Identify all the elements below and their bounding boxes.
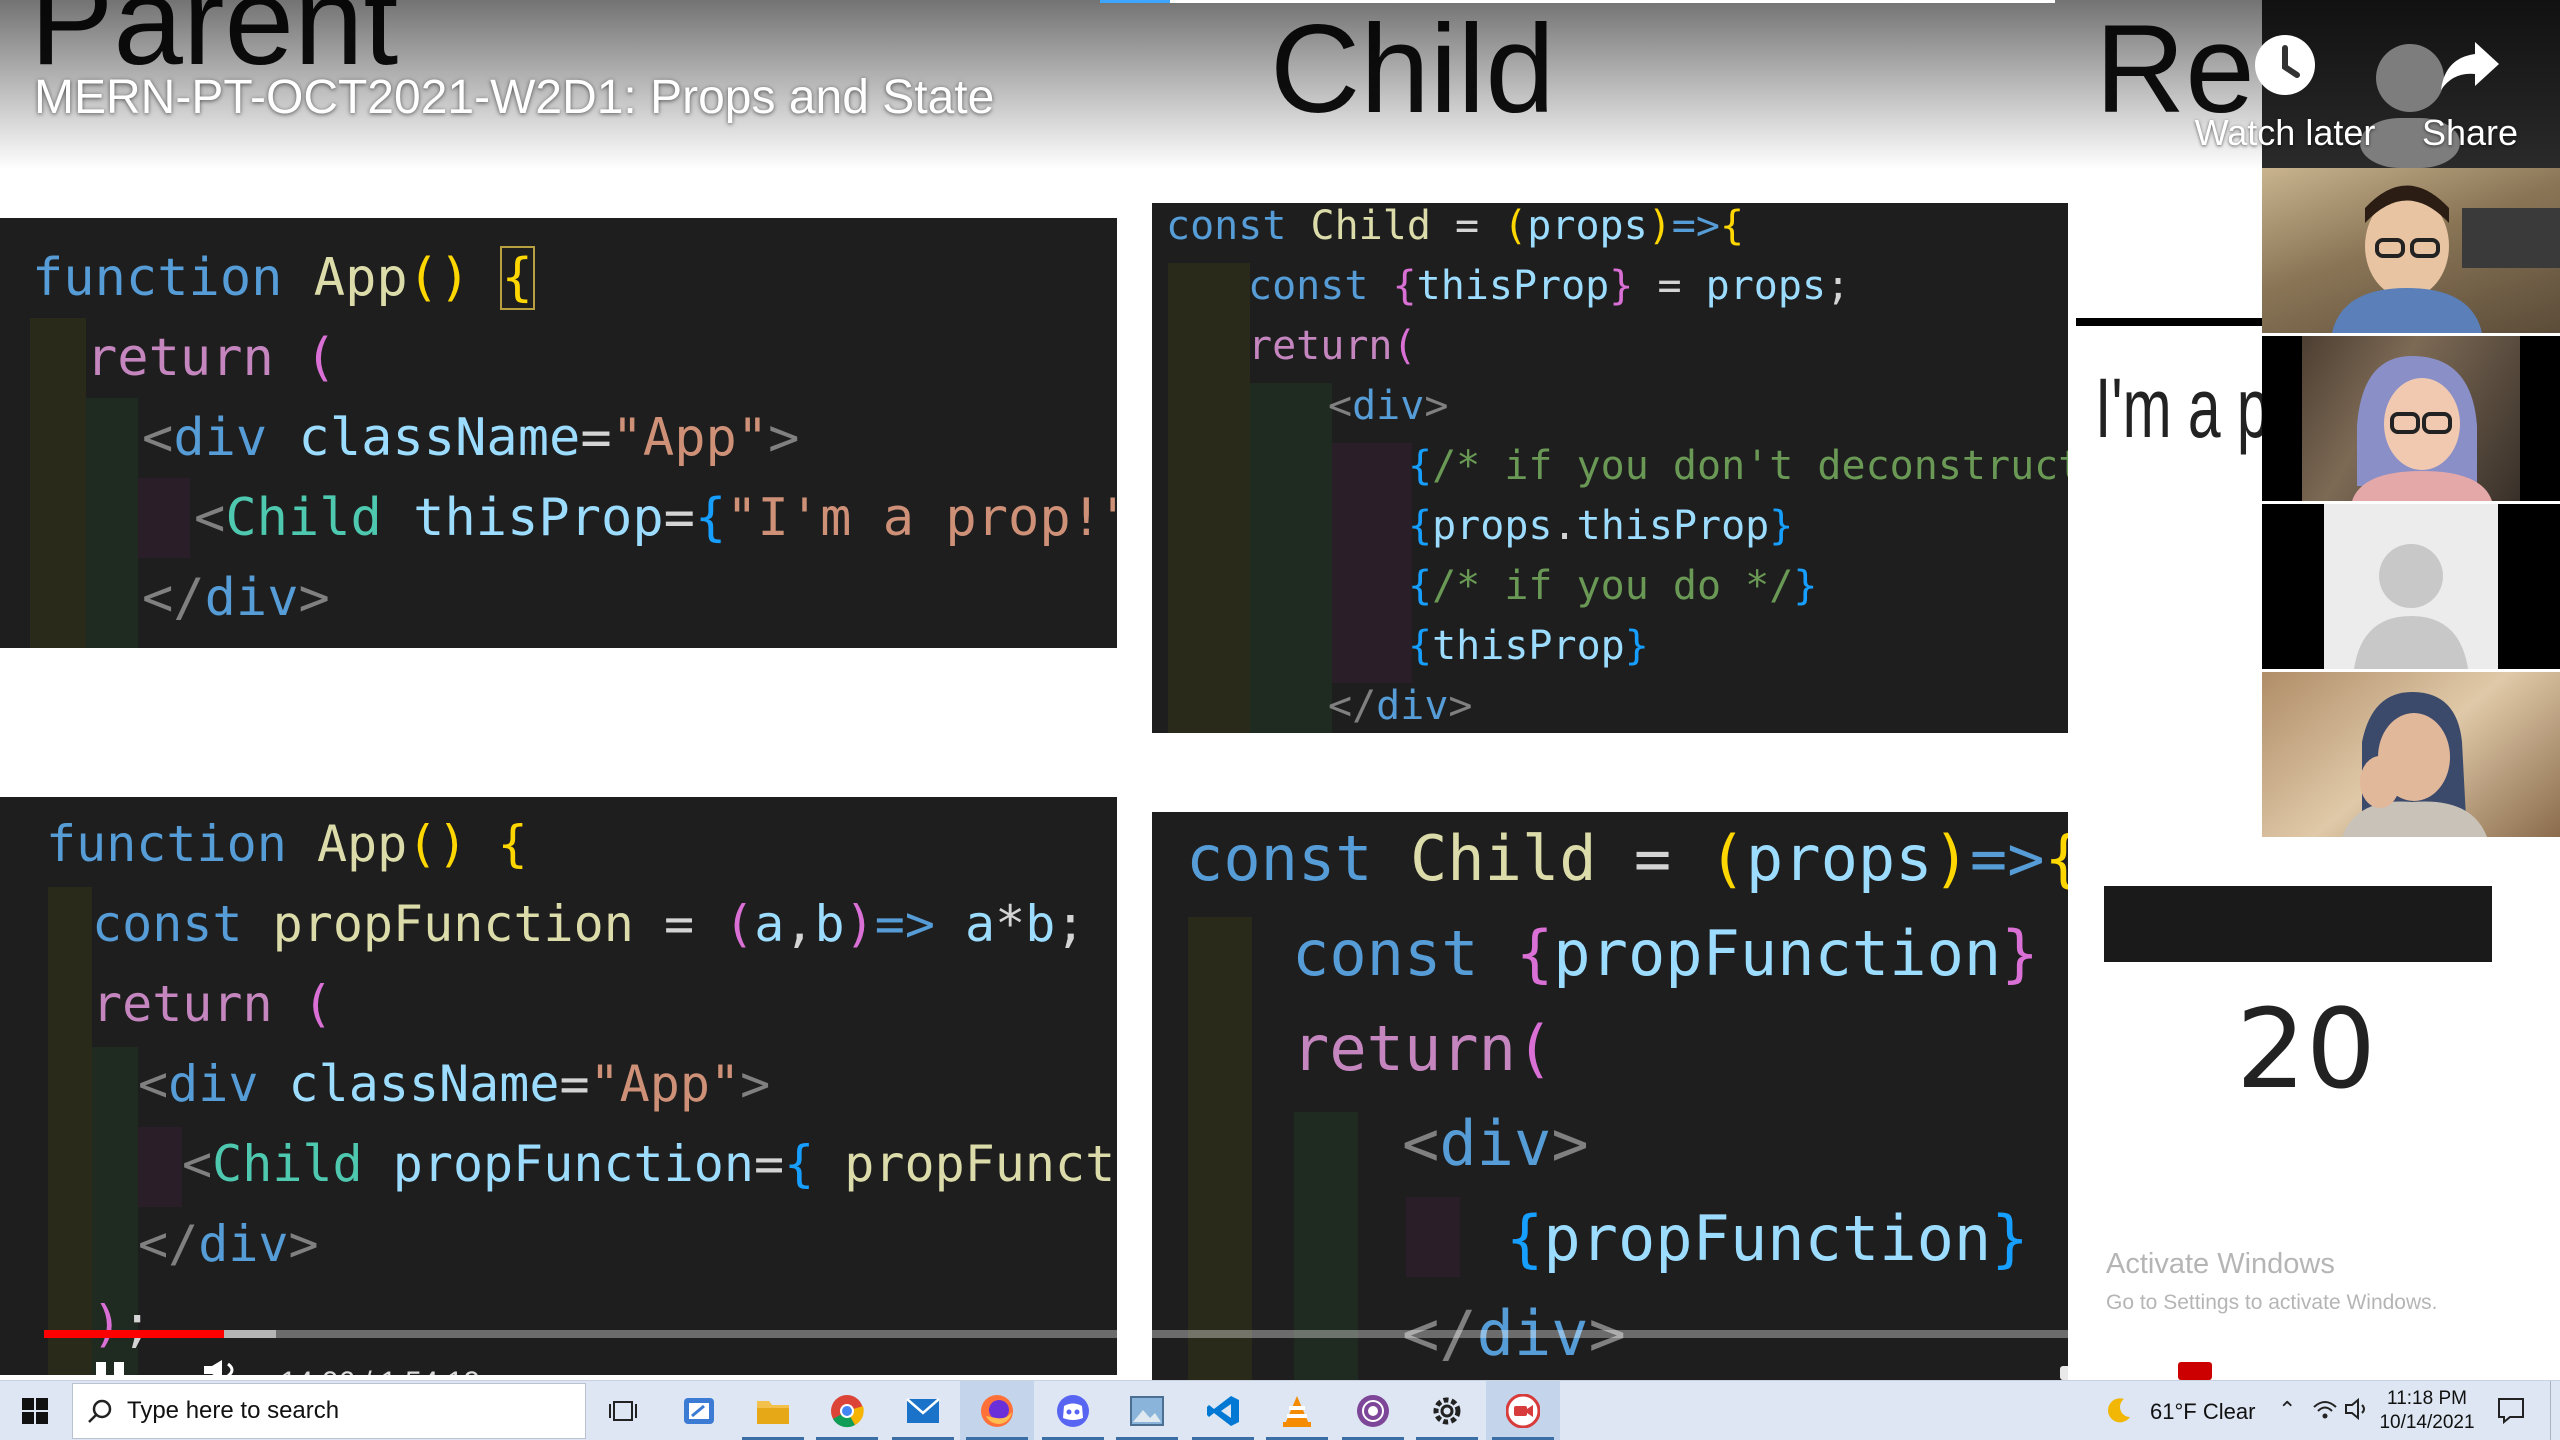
taskbar-app-chrome[interactable] bbox=[810, 1381, 884, 1440]
participant-video-2 bbox=[2262, 336, 2560, 501]
chapter-indicator-track bbox=[1170, 0, 2055, 3]
code-line: const {thisProp} = props; bbox=[1248, 263, 1851, 309]
firefox-icon bbox=[981, 1395, 1013, 1427]
clock-date: 10/14/2021 bbox=[2379, 1412, 2475, 1433]
code-panel-parent-2: function App() { const propFunction = (a… bbox=[0, 797, 1117, 1375]
participant-avatar-3 bbox=[2262, 504, 2560, 669]
chapter-indicator bbox=[1100, 0, 1170, 3]
result-number: 20 bbox=[2236, 985, 2376, 1113]
search-icon bbox=[88, 1399, 112, 1423]
code-line: <Child thisProp={"I'm a prop!"}/> bbox=[194, 488, 1117, 548]
vscode-icon bbox=[1207, 1396, 1239, 1426]
taskbar-app-mail[interactable] bbox=[886, 1381, 960, 1440]
slide-heading-child: Child bbox=[1270, 0, 1555, 139]
task-view-button[interactable] bbox=[586, 1381, 660, 1440]
code-line: <div className="App"> bbox=[138, 1055, 771, 1113]
whiteboard-icon bbox=[684, 1398, 714, 1424]
taskbar-app-photos[interactable] bbox=[1110, 1381, 1184, 1440]
activate-windows-watermark: Activate Windows Go to Settings to activ… bbox=[2106, 1248, 2438, 1314]
code-line: <Child propFunction={ propFunction(4,5) … bbox=[182, 1135, 1117, 1193]
watch-later-button[interactable]: Watch later bbox=[2190, 30, 2380, 154]
code-panel-parent-1: function App() { return ( <div className… bbox=[0, 218, 1117, 678]
task-view-icon bbox=[609, 1401, 637, 1421]
taskbar-search-box[interactable]: Type here to search bbox=[72, 1383, 586, 1439]
taskbar-app-file-explorer[interactable] bbox=[736, 1381, 810, 1440]
code-panel-child-1: const Child = (props)=>{ const {thisProp… bbox=[1152, 203, 2068, 733]
speaker-icon[interactable] bbox=[2344, 1397, 2370, 1421]
code-line: </div> bbox=[138, 1215, 319, 1273]
taskbar-app-zoom[interactable] bbox=[1486, 1381, 1560, 1440]
code-line: <div> bbox=[1402, 1107, 1589, 1180]
photos-icon bbox=[1130, 1396, 1164, 1426]
folder-icon bbox=[757, 1401, 789, 1424]
code-line: const Child = (props)=>{ bbox=[1186, 822, 2068, 895]
code-line: return ( bbox=[86, 328, 337, 388]
code-line: return( bbox=[1248, 323, 1417, 369]
moon-icon bbox=[2108, 1398, 2130, 1423]
chevron-up-icon[interactable]: ⌃ bbox=[2278, 1397, 2296, 1423]
code-line: return( bbox=[1292, 1012, 1554, 1085]
code-line: </div> bbox=[1328, 683, 1473, 729]
code-line: function App() { bbox=[46, 815, 528, 873]
result-button bbox=[2104, 886, 2492, 962]
code-line: </div> bbox=[142, 568, 330, 628]
volume-icon[interactable] bbox=[200, 1360, 250, 1380]
video-title[interactable]: MERN-PT-OCT2021-W2D1: Props and State bbox=[34, 70, 994, 125]
code-line: ); bbox=[92, 1295, 153, 1353]
time-display: 14:06 / 1:54:19 bbox=[280, 1366, 480, 1380]
notification-icon[interactable] bbox=[2496, 1395, 2526, 1425]
discord-icon bbox=[1057, 1395, 1089, 1427]
taskbar-app-whiteboard[interactable] bbox=[662, 1381, 736, 1440]
code-line: return ( bbox=[92, 975, 333, 1033]
pause-icon[interactable] bbox=[92, 1362, 132, 1380]
search-placeholder: Type here to search bbox=[127, 1397, 340, 1424]
progress-played bbox=[44, 1330, 225, 1338]
taskbar-app-settings[interactable] bbox=[1410, 1381, 1484, 1440]
clock-time: 11:18 PM bbox=[2387, 1388, 2467, 1409]
chrome-icon bbox=[831, 1395, 864, 1428]
vlc-icon bbox=[1283, 1396, 1311, 1427]
code-line: {propFunction} bbox=[1506, 1202, 2029, 1275]
tor-icon bbox=[1357, 1395, 1389, 1427]
system-clock[interactable]: 11:18 PM 10/14/2021 bbox=[2372, 1387, 2482, 1435]
share-icon bbox=[2441, 42, 2499, 90]
share-button[interactable]: Share bbox=[2400, 30, 2540, 154]
mail-icon bbox=[906, 1398, 940, 1423]
taskbar-app-tor-browser[interactable] bbox=[1336, 1381, 1410, 1440]
code-line: {/* if you don't deconstruct */} bbox=[1408, 443, 2068, 489]
taskbar: Type here to search 61°F Clear ⌃ 11:18 P… bbox=[0, 1380, 2560, 1440]
participant-video-1 bbox=[2262, 168, 2560, 333]
code-line: {props.thisProp} bbox=[1408, 503, 1794, 549]
taskbar-app-vlc[interactable] bbox=[1260, 1381, 1334, 1440]
taskbar-app-vscode[interactable] bbox=[1186, 1381, 1260, 1440]
gear-icon bbox=[1433, 1397, 1461, 1425]
taskbar-app-firefox[interactable] bbox=[960, 1381, 1034, 1440]
weather-text[interactable]: 61°F Clear bbox=[2150, 1399, 2255, 1425]
wifi-icon[interactable] bbox=[2312, 1397, 2338, 1421]
participant-video-4 bbox=[2262, 672, 2560, 837]
start-button[interactable] bbox=[0, 1381, 70, 1440]
code-line: const Child = (props)=>{ bbox=[1166, 203, 1745, 249]
code-line: <div> bbox=[1328, 383, 1449, 429]
video-player[interactable]: Parent Child Re function App() { return … bbox=[0, 0, 2560, 1380]
zoom-icon bbox=[1506, 1394, 1540, 1428]
show-desktop-button[interactable] bbox=[2550, 1381, 2560, 1440]
player-right-controls[interactable] bbox=[2060, 1362, 2540, 1380]
windows-logo-icon bbox=[22, 1398, 48, 1424]
code-line: <div className="App"> bbox=[142, 408, 800, 468]
progress-bar[interactable] bbox=[44, 1330, 2514, 1338]
code-line: const propFunction = (a,b)=> a*b; bbox=[92, 895, 1086, 953]
code-line: const {propFunction} = props; bbox=[1292, 917, 2039, 990]
code-panel-child-2: const Child = (props)=>{ const {propFunc… bbox=[1152, 812, 2068, 1380]
code-line: {thisProp} bbox=[1408, 623, 1649, 669]
taskbar-app-discord[interactable] bbox=[1036, 1381, 1110, 1440]
code-line: {/* if you do */} bbox=[1408, 563, 1818, 609]
result-divider bbox=[2076, 318, 2276, 326]
clock-icon bbox=[2255, 35, 2315, 95]
code-line: function App() { bbox=[32, 246, 535, 310]
